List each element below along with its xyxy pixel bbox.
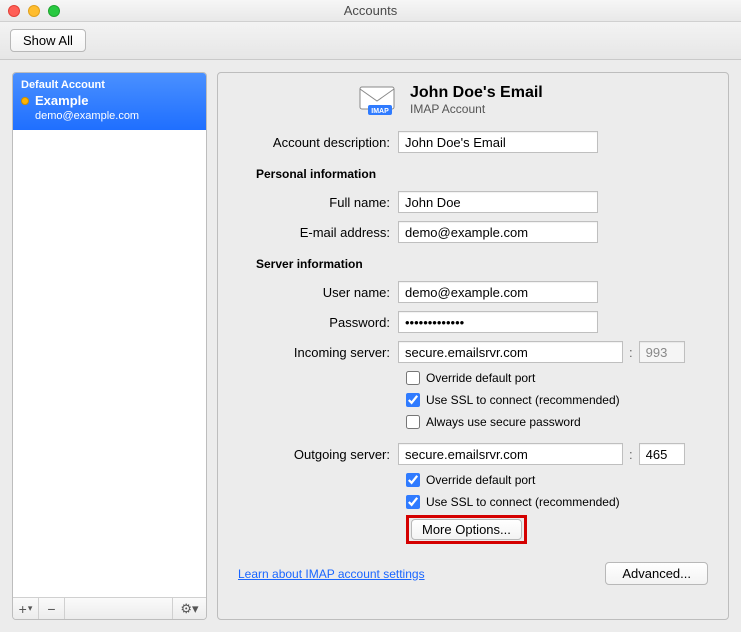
remove-account-button[interactable]: − [39,598,65,619]
toolbar: Show All [0,22,741,60]
account-email: demo@example.com [35,110,198,122]
user-name-input[interactable] [398,281,598,303]
email-label: E-mail address: [238,225,398,240]
incoming-override-label: Override default port [426,371,535,385]
full-name-label: Full name: [238,195,398,210]
sidebar-footer: +▾ − ⚙▾ [13,597,206,619]
incoming-securepw-label: Always use secure password [426,415,581,429]
more-options-highlight: More Options... [406,515,527,544]
password-row: Password: [238,307,708,337]
server-info-heading: Server information [256,257,708,271]
account-description-row: Account description: [238,127,708,157]
advanced-button[interactable]: Advanced... [605,562,708,585]
personal-info-heading: Personal information [256,167,708,181]
content-area: Default Account Example demo@example.com… [0,60,741,632]
incoming-override-row: Override default port [406,367,708,389]
email-row: E-mail address: [238,217,708,247]
window-title: Accounts [0,3,741,18]
outgoing-ssl-label: Use SSL to connect (recommended) [426,495,620,509]
more-options-button[interactable]: More Options... [411,519,522,540]
outgoing-server-input[interactable] [398,443,623,465]
user-name-label: User name: [238,285,398,300]
outgoing-ssl-checkbox[interactable] [406,495,420,509]
panel-subtitle: IMAP Account [410,102,543,116]
account-name: Example [35,93,88,108]
sidebar-empty-area [13,130,206,597]
accounts-sidebar: Default Account Example demo@example.com… [12,72,207,620]
account-name-row: Example [21,93,198,108]
minimize-window-button[interactable] [28,5,40,17]
envelope-imap-icon: IMAP [358,83,398,117]
panel-title: John Doe's Email [410,84,543,102]
close-window-button[interactable] [8,5,20,17]
incoming-port-input[interactable] [639,341,685,363]
incoming-server-label: Incoming server: [238,345,398,360]
incoming-override-checkbox[interactable] [406,371,420,385]
outgoing-server-label: Outgoing server: [238,447,398,462]
learn-imap-link[interactable]: Learn about IMAP account settings [238,567,425,581]
svg-text:IMAP: IMAP [371,108,389,115]
account-list-item[interactable]: Default Account Example demo@example.com [13,73,206,130]
port-separator: : [629,345,633,360]
password-input[interactable] [398,311,598,333]
password-label: Password: [238,315,398,330]
zoom-window-button[interactable] [48,5,60,17]
outgoing-override-label: Override default port [426,473,535,487]
titlebar: Accounts [0,0,741,22]
incoming-server-input[interactable] [398,341,623,363]
incoming-ssl-row: Use SSL to connect (recommended) [406,389,708,411]
account-description-input[interactable] [398,131,598,153]
header-text: John Doe's Email IMAP Account [410,84,543,116]
outgoing-port-input[interactable] [639,443,685,465]
port-separator-out: : [629,447,633,462]
default-account-label: Default Account [21,79,198,91]
footer-spacer [65,598,172,619]
show-all-button[interactable]: Show All [10,29,86,52]
add-account-button[interactable]: +▾ [13,598,39,619]
incoming-ssl-label: Use SSL to connect (recommended) [426,393,620,407]
full-name-row: Full name: [238,187,708,217]
status-dot-icon [21,97,29,105]
account-options-button[interactable]: ⚙▾ [172,598,206,619]
user-name-row: User name: [238,277,708,307]
incoming-server-row: Incoming server: : [238,337,708,367]
panel-footer: Learn about IMAP account settings Advanc… [238,562,708,585]
incoming-securepw-row: Always use secure password [406,411,708,433]
incoming-securepw-checkbox[interactable] [406,415,420,429]
outgoing-override-row: Override default port [406,469,708,491]
outgoing-server-row: Outgoing server: : [238,439,708,469]
incoming-ssl-checkbox[interactable] [406,393,420,407]
email-input[interactable] [398,221,598,243]
outgoing-ssl-row: Use SSL to connect (recommended) [406,491,708,513]
account-settings-panel: IMAP John Doe's Email IMAP Account Accou… [217,72,729,620]
panel-header: IMAP John Doe's Email IMAP Account [358,83,708,117]
account-description-label: Account description: [238,135,398,150]
window-controls [8,5,60,17]
outgoing-override-checkbox[interactable] [406,473,420,487]
full-name-input[interactable] [398,191,598,213]
